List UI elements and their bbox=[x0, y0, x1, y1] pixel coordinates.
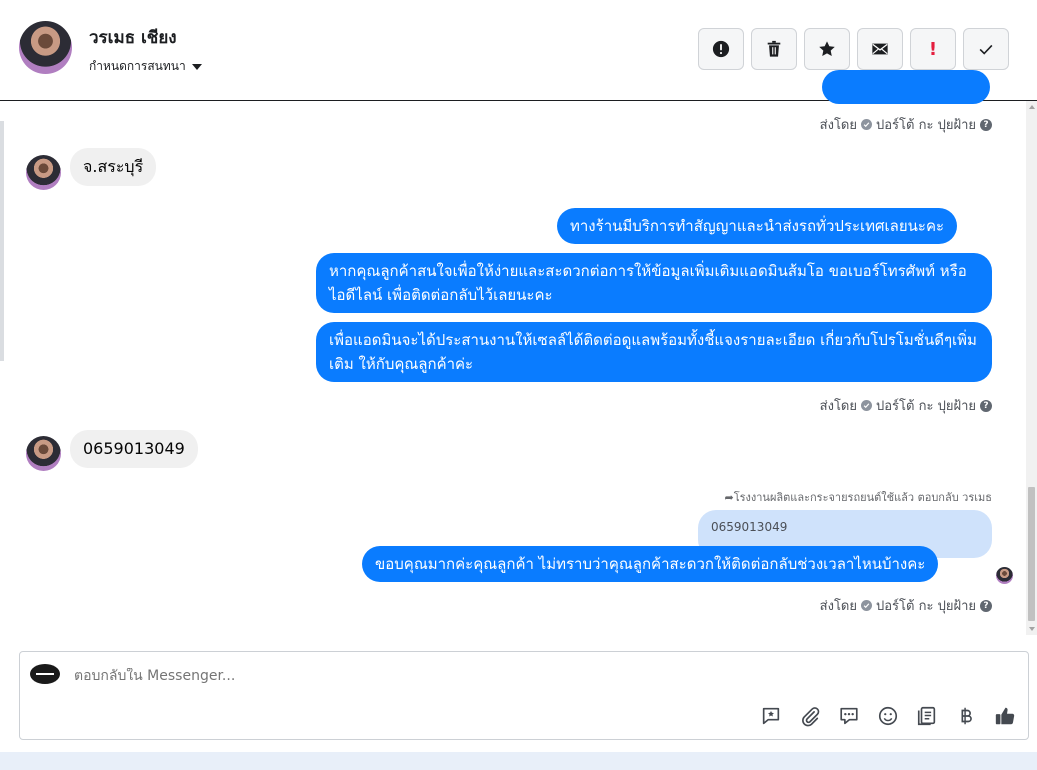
page-logo bbox=[30, 664, 60, 684]
conversation-actions: ! bbox=[698, 28, 1009, 70]
outgoing-message[interactable]: เพื่อแอดมินจะได้ประสานงานให้เซลล์ได้ติดต… bbox=[316, 322, 992, 382]
sent-by-label: ส่งโดย bbox=[819, 399, 857, 414]
outgoing-message[interactable]: หากคุณลูกค้าสนใจเพื่อให้ง่ายและสะดวกต่อก… bbox=[316, 253, 992, 313]
scroll-up-arrow-icon[interactable] bbox=[1029, 105, 1035, 109]
check-circle-icon bbox=[861, 400, 872, 411]
help-icon[interactable]: ? bbox=[980, 399, 992, 412]
customer-avatar[interactable] bbox=[26, 436, 61, 471]
catalog-button[interactable] bbox=[915, 704, 938, 727]
sender-name: ปอร์โต้ กะ ปุยฝ้าย bbox=[876, 118, 976, 133]
incoming-message[interactable]: 0659013049 bbox=[70, 430, 198, 468]
bottom-band bbox=[0, 752, 1037, 770]
scroll-down-arrow-icon[interactable] bbox=[1029, 627, 1035, 631]
reply-arrow-icon: ➦ bbox=[724, 491, 734, 504]
delete-button[interactable] bbox=[751, 28, 797, 70]
caret-down-icon bbox=[191, 63, 202, 70]
chat-bubble-icon bbox=[839, 707, 858, 724]
reply-composer bbox=[19, 651, 1029, 740]
envelope-icon bbox=[872, 43, 888, 55]
composer-toolbar bbox=[759, 704, 1016, 727]
reply-input[interactable] bbox=[74, 668, 774, 684]
spam-button[interactable] bbox=[698, 28, 744, 70]
thumbs-up-icon bbox=[995, 707, 1014, 724]
conversation-settings-dropdown[interactable]: กำหนดการสนทนา bbox=[89, 57, 202, 76]
catalog-icon bbox=[917, 706, 935, 725]
follow-up-label: ! bbox=[928, 38, 938, 60]
contact-avatar[interactable] bbox=[19, 21, 72, 74]
check-icon bbox=[979, 44, 993, 55]
incoming-message[interactable]: จ.สระบุรี bbox=[70, 148, 157, 186]
message-scrollbar[interactable] bbox=[1026, 101, 1037, 635]
outgoing-message[interactable]: ทางร้านมีบริการทำสัญญาและนำส่งรถทั่วประเ… bbox=[557, 208, 958, 244]
outgoing-reply-message[interactable]: ขอบคุณมากค่ะคุณลูกค้า ไม่ทราบว่าคุณลูกค้… bbox=[362, 546, 939, 582]
contact-name[interactable]: วรเมธ เชียง bbox=[89, 24, 177, 51]
reply-context-note: ➦โรงงานผลิตและกระจายรถยนต์ใช้แล้ว ตอบกลั… bbox=[724, 488, 992, 506]
attachment-icon bbox=[801, 706, 819, 726]
saved-reply-icon bbox=[762, 707, 779, 724]
customer-avatar[interactable] bbox=[26, 155, 61, 190]
payment-button[interactable] bbox=[954, 704, 977, 727]
baht-icon bbox=[961, 707, 972, 724]
emoji-icon bbox=[878, 706, 897, 725]
sent-by-row: ส่งโดย ปอร์โต้ กะ ปุยฝ้าย ? bbox=[820, 395, 992, 416]
sent-by-row: ส่งโดย ปอร์โต้ กะ ปุยฝ้าย ? bbox=[820, 595, 992, 616]
trash-icon bbox=[767, 40, 781, 57]
follow-up-button[interactable]: ! bbox=[910, 28, 956, 70]
sent-by-label: ส่งโดย bbox=[819, 118, 857, 133]
sender-name: ปอร์โต้ กะ ปุยฝ้าย bbox=[876, 399, 976, 414]
scroll-thumb[interactable] bbox=[1028, 487, 1035, 621]
alert-circle-icon bbox=[712, 40, 730, 58]
help-icon[interactable]: ? bbox=[980, 118, 992, 131]
like-button[interactable] bbox=[993, 704, 1016, 727]
star-icon bbox=[819, 41, 835, 57]
quick-reply-button[interactable] bbox=[837, 704, 860, 727]
reply-context-text: โรงงานผลิตและกระจายรถยนต์ใช้แล้ว ตอบกลับ… bbox=[733, 491, 992, 504]
conversation-settings-label: กำหนดการสนทนา bbox=[89, 59, 186, 73]
check-circle-icon bbox=[861, 600, 872, 611]
done-button[interactable] bbox=[963, 28, 1009, 70]
sent-by-row: ส่งโดย ปอร์โต้ กะ ปุยฝ้าย ? bbox=[820, 114, 992, 135]
help-icon[interactable]: ? bbox=[980, 599, 992, 612]
sent-by-label: ส่งโดย bbox=[819, 599, 857, 614]
emoji-button[interactable] bbox=[876, 704, 899, 727]
saved-reply-button[interactable] bbox=[759, 704, 782, 727]
seen-avatar bbox=[996, 567, 1013, 584]
check-circle-icon bbox=[861, 119, 872, 130]
mark-unread-button[interactable] bbox=[857, 28, 903, 70]
sender-name: ปอร์โต้ กะ ปุยฝ้าย bbox=[876, 599, 976, 614]
attach-button[interactable] bbox=[798, 704, 821, 727]
star-button[interactable] bbox=[804, 28, 850, 70]
left-edge bbox=[0, 121, 4, 361]
partial-outgoing-bubble bbox=[822, 70, 990, 104]
